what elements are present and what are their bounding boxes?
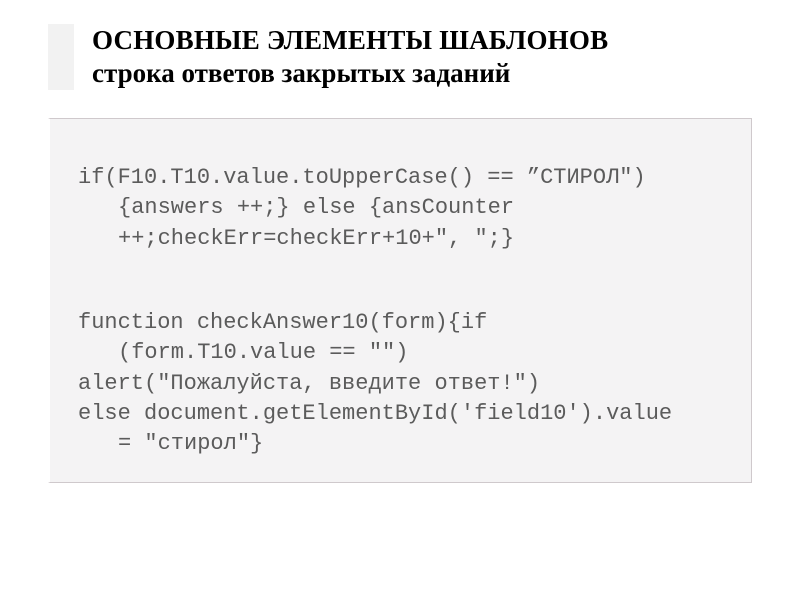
code-line: = "стирол"} <box>78 429 729 459</box>
code-block-2: function checkAnswer10(form){if (form.T1… <box>78 308 729 460</box>
code-line: (form.T10.value == "") <box>78 338 729 368</box>
code-block-1: if(F10.T10.value.toUpperCase() == ”СТИРО… <box>78 163 729 254</box>
slide-title-block: ОСНОВНЫЕ ЭЛЕМЕНТЫ ШАБЛОНОВ строка ответо… <box>48 24 752 90</box>
code-line: {answers ++;} else {ansCounter <box>78 193 729 223</box>
code-line: if(F10.T10.value.toUpperCase() == ”СТИРО… <box>78 163 729 193</box>
code-line: alert("Пожалуйста, введите ответ!") <box>78 369 729 399</box>
slide: ОСНОВНЫЕ ЭЛЕМЕНТЫ ШАБЛОНОВ строка ответо… <box>0 0 800 600</box>
code-line: else document.getElementById('field10').… <box>78 399 729 429</box>
title-line-2: строка ответов закрытых заданий <box>92 57 752 90</box>
code-panel: if(F10.T10.value.toUpperCase() == ”СТИРО… <box>48 118 752 483</box>
code-line: ++;checkErr=checkErr+10+", ";} <box>78 224 729 254</box>
title-line-1: ОСНОВНЫЕ ЭЛЕМЕНТЫ ШАБЛОНОВ <box>92 24 752 57</box>
code-line: function checkAnswer10(form){if <box>78 308 729 338</box>
